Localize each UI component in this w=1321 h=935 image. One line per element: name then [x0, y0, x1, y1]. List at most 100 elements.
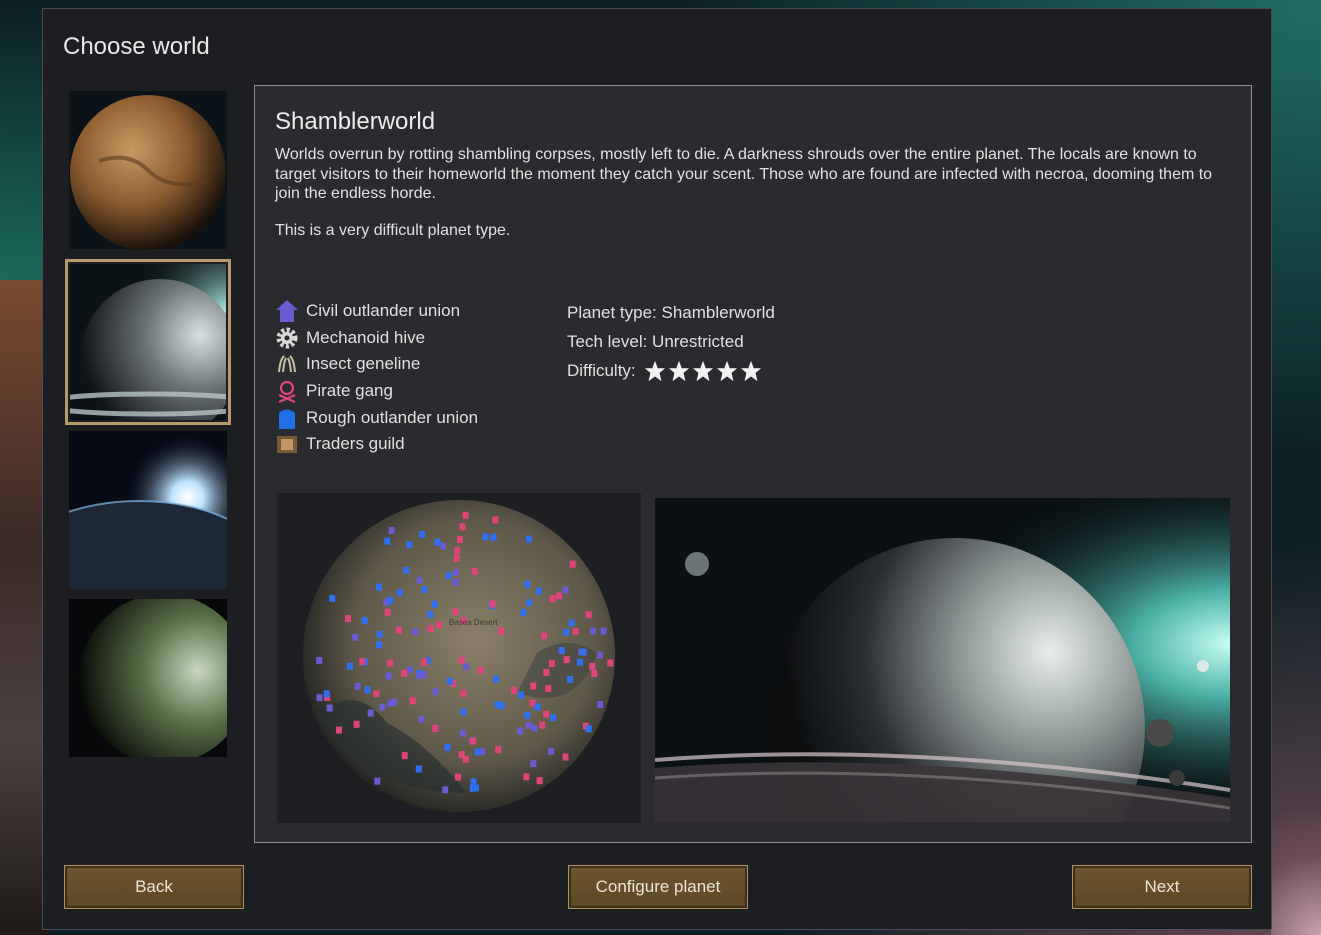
map-settlement-marker [454, 547, 461, 555]
world-name: Shamblerworld [275, 108, 436, 135]
map-settlement-marker [452, 578, 459, 586]
map-settlement-marker [462, 511, 469, 519]
map-settlement-marker [562, 586, 569, 594]
faction-traders-guild: Traders guild [275, 431, 478, 458]
map-settlement-marker [388, 526, 395, 534]
map-settlement-marker [346, 662, 353, 670]
map-settlement-marker [477, 666, 484, 674]
map-settlement-marker [446, 677, 453, 685]
star-icon [644, 360, 666, 382]
map-settlement-marker [460, 689, 467, 697]
map-settlement-marker [591, 670, 598, 677]
map-settlement-marker [373, 690, 380, 698]
map-settlement-marker [530, 682, 537, 690]
map-settlement-marker [415, 765, 422, 773]
faction-pirate-gang: Pirate gang [275, 378, 478, 405]
tech-level: Tech level: Unrestricted [567, 331, 744, 351]
map-settlement-marker [387, 596, 394, 604]
map-settlement-marker [585, 725, 592, 733]
map-settlement-marker [460, 708, 467, 716]
map-settlement-marker [361, 617, 368, 625]
rough-outlander-icon [275, 406, 299, 430]
map-settlement-marker [376, 583, 382, 591]
map-settlement-marker [525, 721, 532, 729]
civil-outlander-icon [275, 299, 299, 323]
mechanoid-gear-icon [275, 326, 299, 350]
map-settlement-marker [418, 715, 425, 723]
map-settlement-marker [495, 746, 502, 754]
map-settlement-marker [569, 560, 576, 568]
map-settlement-marker [385, 672, 392, 680]
map-settlement-marker [444, 743, 451, 751]
map-settlement-marker [416, 576, 423, 584]
faction-label: Mechanoid hive [306, 327, 426, 347]
map-settlement-marker [550, 714, 557, 722]
map-settlement-marker [387, 659, 394, 667]
map-settlement-marker [445, 572, 452, 580]
world-difficulty-note: This is a very difficult planet type. [275, 222, 511, 239]
map-settlement-marker [536, 777, 543, 785]
faction-mechanoid-hive: Mechanoid hive [275, 325, 478, 352]
map-settlement-marker [535, 587, 542, 595]
map-settlement-marker [518, 691, 524, 699]
map-settlement-marker [432, 688, 439, 696]
map-settlement-marker [474, 748, 481, 756]
next-button[interactable]: Next [1072, 865, 1252, 909]
map-settlement-marker [511, 686, 518, 694]
map-settlement-marker [459, 523, 466, 531]
map-settlement-marker [463, 663, 470, 671]
map-settlement-marker [345, 615, 351, 622]
map-settlement-marker [454, 773, 461, 781]
thumb-desert-planet[interactable] [69, 91, 227, 249]
map-settlement-marker [498, 627, 505, 635]
map-settlement-marker [420, 671, 427, 679]
map-settlement-marker [442, 786, 449, 794]
map-settlement-marker [353, 720, 360, 728]
map-settlement-marker [525, 535, 532, 543]
faction-label: Traders guild [306, 434, 405, 454]
map-settlement-marker [600, 627, 607, 635]
star-icon [668, 360, 690, 382]
map-settlement-marker [562, 753, 569, 761]
difficulty-stars [644, 360, 764, 382]
map-settlement-marker [436, 621, 443, 629]
faction-insect-geneline: Insect geneline [275, 351, 478, 378]
map-settlement-marker [374, 777, 381, 785]
thumb-temperate-planet[interactable] [69, 599, 227, 757]
star-icon [740, 360, 762, 382]
map-settlement-marker [545, 685, 552, 693]
map-settlement-marker [406, 666, 413, 674]
map-settlement-marker [541, 632, 548, 640]
map-settlement-marker [530, 760, 537, 768]
map-settlement-marker [567, 675, 574, 683]
back-button[interactable]: Back [64, 865, 244, 909]
faction-list: Civil outlander union Mechanoid hive Ins… [275, 298, 478, 458]
map-settlement-marker [396, 589, 403, 597]
map-settlement-marker [326, 704, 333, 712]
thumb-sunrise-planet[interactable] [69, 431, 227, 589]
map-settlement-marker [492, 516, 499, 524]
map-settlement-marker [531, 724, 538, 732]
map-settlement-marker [556, 592, 563, 600]
map-settlement-marker [548, 660, 555, 667]
world-description: Worlds overrun by rotting shambling corp… [275, 146, 1213, 202]
configure-planet-button[interactable]: Configure planet [568, 865, 748, 909]
faction-label: Pirate gang [306, 381, 393, 401]
map-settlement-marker [336, 726, 342, 734]
faction-rough-outlander: Rough outlander union [275, 404, 478, 431]
map-settlement-marker [563, 656, 570, 664]
thumb-shamblerworld-planet[interactable] [65, 259, 231, 425]
map-settlement-marker [607, 659, 614, 667]
map-settlement-marker [329, 594, 336, 602]
map-settlement-marker [543, 668, 550, 676]
map-settlement-marker [589, 662, 596, 670]
map-settlement-marker [458, 751, 465, 759]
difficulty-label: Difficulty: [567, 360, 636, 380]
map-settlement-marker [568, 619, 575, 627]
map-settlement-marker [440, 542, 447, 550]
map-settlement-marker [482, 533, 489, 541]
map-settlement-marker [459, 729, 466, 737]
map-settlement-marker [469, 737, 476, 745]
map-settlement-marker [432, 724, 439, 732]
insect-icon [275, 352, 299, 376]
